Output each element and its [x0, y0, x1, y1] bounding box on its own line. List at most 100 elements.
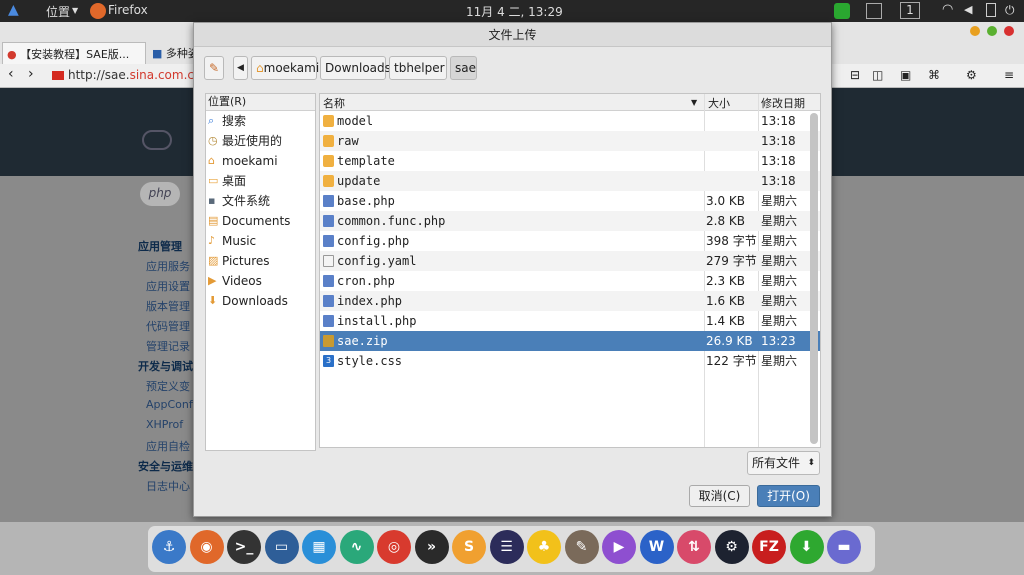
sidebar-link[interactable]: XHProf [138, 418, 196, 438]
sidebar-link[interactable]: 管理记录 [138, 338, 196, 358]
tab-other[interactable]: ■ 多种姿 [148, 42, 194, 64]
sidebar-link[interactable]: 日志中心 [138, 478, 196, 498]
site-flag-icon [52, 71, 64, 80]
place-label: Documents [222, 214, 291, 228]
folder-icon [323, 135, 334, 147]
sidebar-link[interactable]: 预定义变 [138, 378, 196, 398]
place-item[interactable]: ⌂ moekami [206, 151, 315, 171]
forward-icon[interactable]: › [28, 66, 34, 82]
sidebar-link[interactable]: 应用设置 [138, 278, 196, 298]
sidebar-link[interactable]: 代码管理 [138, 318, 196, 338]
extension-icon[interactable]: ⚙ [966, 68, 977, 82]
places-header[interactable]: 位置(R) [206, 94, 315, 111]
file-row[interactable]: model 13:18 [320, 111, 820, 131]
system-monitor-icon[interactable]: ▦ [302, 530, 336, 564]
place-item[interactable]: ▭ 桌面 [206, 171, 315, 191]
file-size: 2.3 KB [706, 274, 745, 288]
keyboard-icon[interactable] [866, 3, 882, 19]
battery-icon[interactable] [986, 3, 996, 17]
terminal-icon[interactable]: >_ [227, 530, 261, 564]
app-name[interactable]: Firefox [108, 3, 148, 17]
places-menu[interactable]: 位置 [46, 3, 70, 20]
media-player-icon[interactable]: ▶ [602, 530, 636, 564]
url-bar[interactable]: http://sae.sina.com.cn/ [68, 68, 206, 82]
path-button-moekami[interactable]: ⌂moekami [251, 56, 320, 80]
path-button-sae[interactable]: sae [450, 56, 477, 80]
path-back-button[interactable]: ◀ [233, 56, 248, 80]
path-button-tbhelper[interactable]: tbhelper [389, 56, 447, 80]
close-window-icon[interactable] [1004, 26, 1014, 36]
eclipse-icon[interactable]: ☰ [489, 530, 524, 564]
sidebar-link[interactable]: 版本管理 [138, 298, 196, 318]
place-item[interactable]: ⌕ 搜索 [206, 111, 315, 131]
settings-tool-icon[interactable]: ⌘ [928, 68, 940, 82]
file-size: 1.6 KB [706, 294, 745, 308]
sidebar-link[interactable]: AppConfi [138, 398, 196, 418]
folder-icon[interactable]: ▬ [827, 530, 861, 564]
power-icon[interactable]: ⏻ [1005, 3, 1015, 18]
workspace-indicator[interactable]: 1 [900, 2, 920, 19]
place-item[interactable]: ◷ 最近使用的 [206, 131, 315, 151]
steam-icon[interactable]: ⚙ [714, 530, 749, 564]
file-row[interactable]: update 13:18 [320, 171, 820, 191]
file-row[interactable]: config.yaml 279 字节 星期六 [320, 251, 820, 271]
place-item[interactable]: ▪ 文件系统 [206, 191, 315, 211]
reader-icon[interactable]: ◫ [872, 68, 883, 82]
file-row[interactable]: install.php 1.4 KB 星期六 [320, 311, 820, 331]
path-label: moekami [263, 61, 320, 75]
path-button-downloads[interactable]: Downloads [320, 56, 391, 80]
place-item[interactable]: ▶ Videos [206, 271, 315, 291]
file-name: install.php [337, 314, 417, 328]
file-row[interactable]: sae.zip 26.9 KB 13:23 [320, 331, 820, 351]
file-type-filter[interactable]: 所有文件 ⬍ [747, 451, 820, 475]
open-button[interactable]: 打开(O) [757, 485, 820, 507]
download-manager-icon[interactable]: ⬇ [789, 530, 824, 564]
sublime-icon[interactable]: S [452, 530, 486, 564]
minimize-window-icon[interactable] [970, 26, 980, 36]
pulse-icon[interactable]: ∿ [339, 530, 374, 564]
file-row[interactable]: cron.php 2.3 KB 星期六 [320, 271, 820, 291]
wifi-icon[interactable]: ◠ [942, 2, 953, 17]
addon-badge-icon[interactable]: ▣ [900, 68, 911, 82]
activities-icon[interactable]: ▲ [8, 2, 24, 18]
chrome-icon[interactable]: ◎ [377, 530, 411, 564]
filezilla-icon[interactable]: FZ [752, 530, 786, 564]
type-location-button[interactable]: ✎ [204, 56, 224, 80]
tray-download-icon[interactable] [834, 3, 850, 19]
column-size[interactable]: 大小 [708, 95, 730, 111]
wps-writer-icon[interactable]: W [639, 530, 674, 564]
cancel-button[interactable]: 取消(C) [689, 485, 750, 507]
place-item[interactable]: ♪ Music [206, 231, 315, 251]
column-name[interactable]: 名称 [323, 95, 345, 111]
back-icon[interactable]: ‹ [8, 66, 14, 82]
maximize-window-icon[interactable] [987, 26, 997, 36]
volume-icon[interactable]: ◀ [964, 3, 972, 16]
play-forward-icon[interactable]: » [414, 530, 449, 564]
file-row[interactable]: 3 style.css 122 字节 星期六 [320, 351, 820, 371]
vertical-scrollbar[interactable] [810, 113, 818, 444]
sidebar-link[interactable]: 应用自检 [138, 438, 196, 458]
file-row[interactable]: template 13:18 [320, 151, 820, 171]
sidebar-link[interactable]: 应用服务 [138, 258, 196, 278]
qq-icon[interactable]: ♣ [527, 530, 561, 564]
place-item[interactable]: ▤ Documents [206, 211, 315, 231]
file-row[interactable]: common.func.php 2.8 KB 星期六 [320, 211, 820, 231]
file-modified: 星期六 [761, 234, 798, 248]
file-row[interactable]: base.php 3.0 KB 星期六 [320, 191, 820, 211]
tab-sae-tutorial[interactable]: ● 【安装教程】SAE版... [2, 42, 146, 64]
place-item[interactable]: ▨ Pictures [206, 251, 315, 271]
transfer-icon[interactable]: ⇅ [677, 530, 711, 564]
php-file-icon [323, 295, 334, 307]
menu-icon[interactable]: ≡ [1004, 68, 1014, 82]
place-item[interactable]: ⬇ Downloads [206, 291, 315, 311]
gimp-icon[interactable]: ✎ [564, 530, 599, 564]
firefox-icon[interactable]: ◉ [189, 530, 224, 564]
files-icon[interactable]: ▭ [264, 530, 299, 564]
file-row[interactable]: raw 13:18 [320, 131, 820, 151]
column-modified[interactable]: 修改日期 [761, 95, 805, 111]
clock[interactable]: 11月 4 二, 13:29 [466, 3, 563, 20]
file-row[interactable]: config.php 398 字节 星期六 [320, 231, 820, 251]
bookmarks-icon[interactable]: ⊟ [850, 68, 860, 82]
file-row[interactable]: index.php 1.6 KB 星期六 [320, 291, 820, 311]
anchor-icon[interactable]: ⚓ [152, 530, 186, 564]
